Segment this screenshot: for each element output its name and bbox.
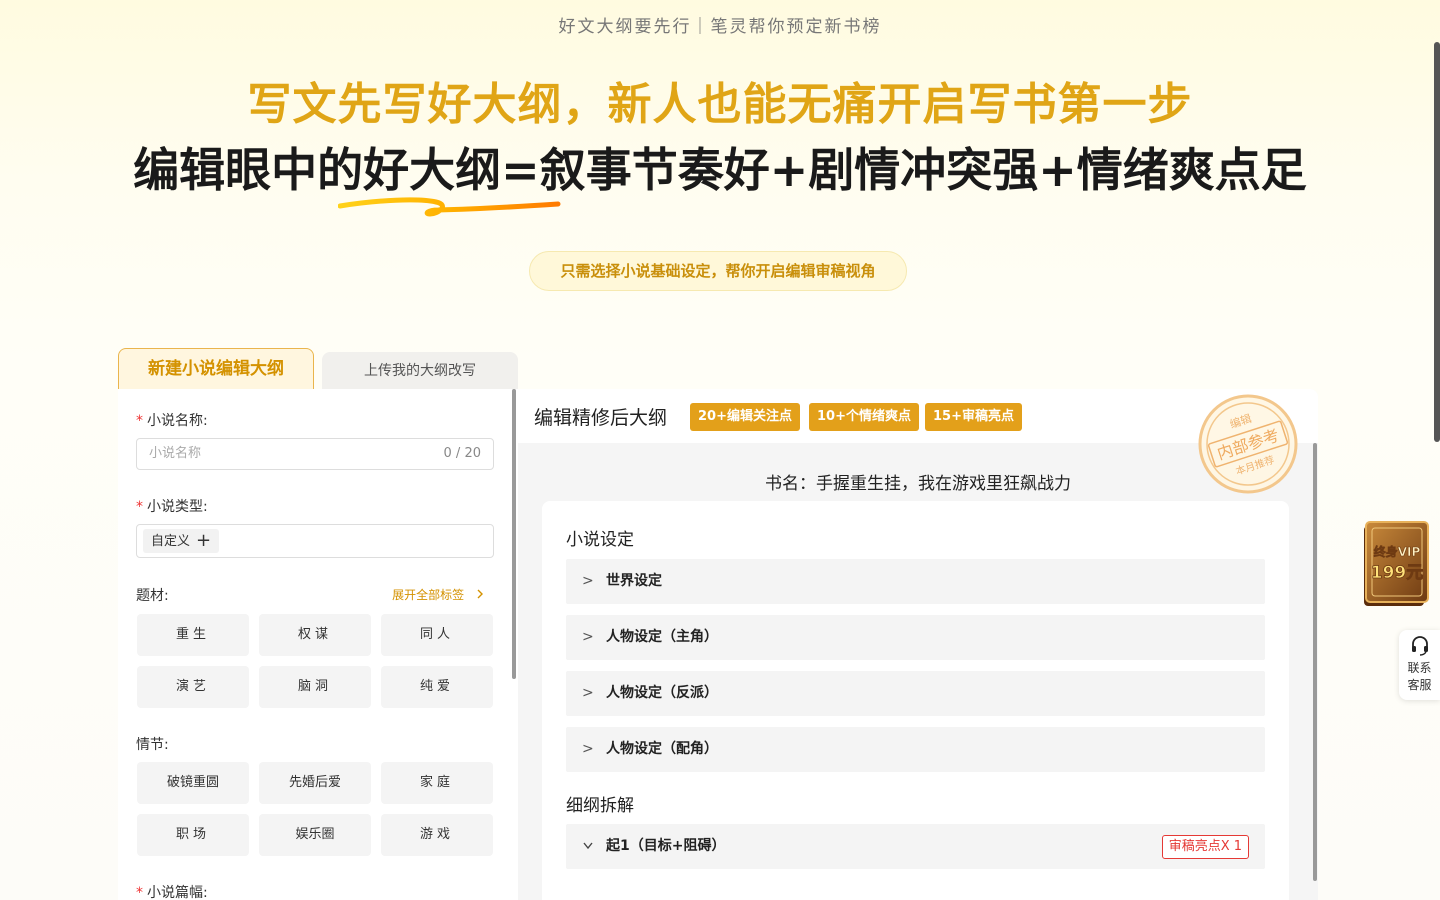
- theme-label: 题材:: [136, 588, 169, 604]
- chevron-right-icon: >: [582, 741, 594, 757]
- lifetime-vip-widget[interactable]: 终身VIP 199元: [1360, 520, 1432, 608]
- tab-upload-outline[interactable]: 上传我的大纲改写: [322, 352, 518, 390]
- customer-service-widget[interactable]: 联系 客服: [1399, 630, 1440, 700]
- plot-tag[interactable]: 破镜重圆: [137, 762, 249, 804]
- squiggle-underline: [338, 197, 561, 217]
- preview-title: 编辑精修后大纲: [534, 407, 668, 429]
- accordion-supporting[interactable]: > 人物设定（配角）: [566, 727, 1265, 772]
- accordion-world-setting[interactable]: > 世界设定: [566, 559, 1265, 604]
- plot-tag[interactable]: 职场: [137, 814, 249, 856]
- preview-scrollbar[interactable]: [1313, 443, 1317, 881]
- chevron-right-icon: [477, 589, 483, 599]
- plot-tag[interactable]: 家庭: [381, 762, 493, 804]
- custom-type-chip[interactable]: 自定义 +: [143, 529, 220, 553]
- accordion-protagonist[interactable]: > 人物设定（主角）: [566, 615, 1265, 660]
- svg-text:终身VIP: 终身VIP: [1374, 544, 1421, 559]
- subtitle-pill: 只需选择小说基础设定，帮你开启编辑审稿视角: [529, 251, 907, 291]
- novel-name-input[interactable]: 小说名称 0 / 20: [136, 438, 494, 470]
- novel-type-label: * 小说类型:: [136, 499, 208, 515]
- novel-length-label: * 小说篇幅:: [136, 885, 208, 900]
- theme-tag[interactable]: 脑洞: [259, 666, 371, 708]
- accordion-outline-item[interactable]: 起1（目标+阻碍） 审稿亮点X 1: [566, 824, 1265, 869]
- headline-gold: 写文先写好大纲，新人也能无痛开启写书第一步: [247, 79, 1193, 130]
- plot-tag[interactable]: 游戏: [381, 814, 493, 856]
- chevron-right-icon: >: [582, 629, 594, 645]
- chevron-down-icon: [583, 842, 593, 850]
- feature-badge: 10+个情绪爽点: [809, 403, 919, 431]
- chevron-right-icon: >: [582, 685, 594, 701]
- theme-tag[interactable]: 纯爱: [381, 666, 493, 708]
- outline-section-title: 细纲拆解: [566, 796, 634, 816]
- form-scrollbar[interactable]: [512, 389, 516, 679]
- plot-tag[interactable]: 先婚后爱: [259, 762, 371, 804]
- outline-content-card: 小说设定 > 世界设定 > 人物设定（主角） > 人物设定（反派） > 人物设定…: [542, 501, 1289, 900]
- headset-icon: [1411, 636, 1428, 656]
- novel-name-label: * 小说名称:: [136, 413, 208, 429]
- highlight-count-badge: 审稿亮点X 1: [1161, 835, 1249, 859]
- internal-reference-stamp: 编辑 内部参考 本月推荐: [1198, 394, 1298, 494]
- char-count: 0 / 20: [443, 446, 481, 461]
- plus-icon[interactable]: +: [196, 530, 211, 551]
- chevron-right-icon: >: [582, 573, 594, 589]
- feature-badge: 15+审稿亮点: [925, 403, 1022, 431]
- theme-tag[interactable]: 演艺: [137, 666, 249, 708]
- theme-tag[interactable]: 同人: [381, 614, 493, 656]
- svg-text:199元: 199元: [1371, 563, 1424, 583]
- theme-tag[interactable]: 权谋: [259, 614, 371, 656]
- service-label: 客服: [1407, 678, 1432, 692]
- plot-tag[interactable]: 娱乐圈: [259, 814, 371, 856]
- expand-all-tags-link[interactable]: 展开全部标签: [392, 586, 486, 603]
- service-label: 联系: [1407, 661, 1432, 675]
- plot-label: 情节:: [136, 737, 169, 753]
- accordion-villain[interactable]: > 人物设定（反派）: [566, 671, 1265, 716]
- top-tagline: 好文大纲要先行｜笔灵帮你预定新书榜: [558, 17, 882, 37]
- outline-form: * 小说名称: 小说名称 0 / 20 * 小说类型: 自定义 + 题材: 展开全部标…: [118, 389, 518, 900]
- theme-tag[interactable]: 重生: [137, 614, 249, 656]
- headline-black: 编辑眼中的好大纲=叙事节奏好+剧情冲突强+情绪爽点足: [133, 143, 1307, 197]
- novel-type-field[interactable]: 自定义 +: [136, 524, 494, 558]
- feature-badge: 20+编辑关注点: [690, 403, 800, 431]
- settings-section-title: 小说设定: [566, 530, 634, 550]
- tab-new-outline[interactable]: 新建小说编辑大纲: [118, 348, 314, 390]
